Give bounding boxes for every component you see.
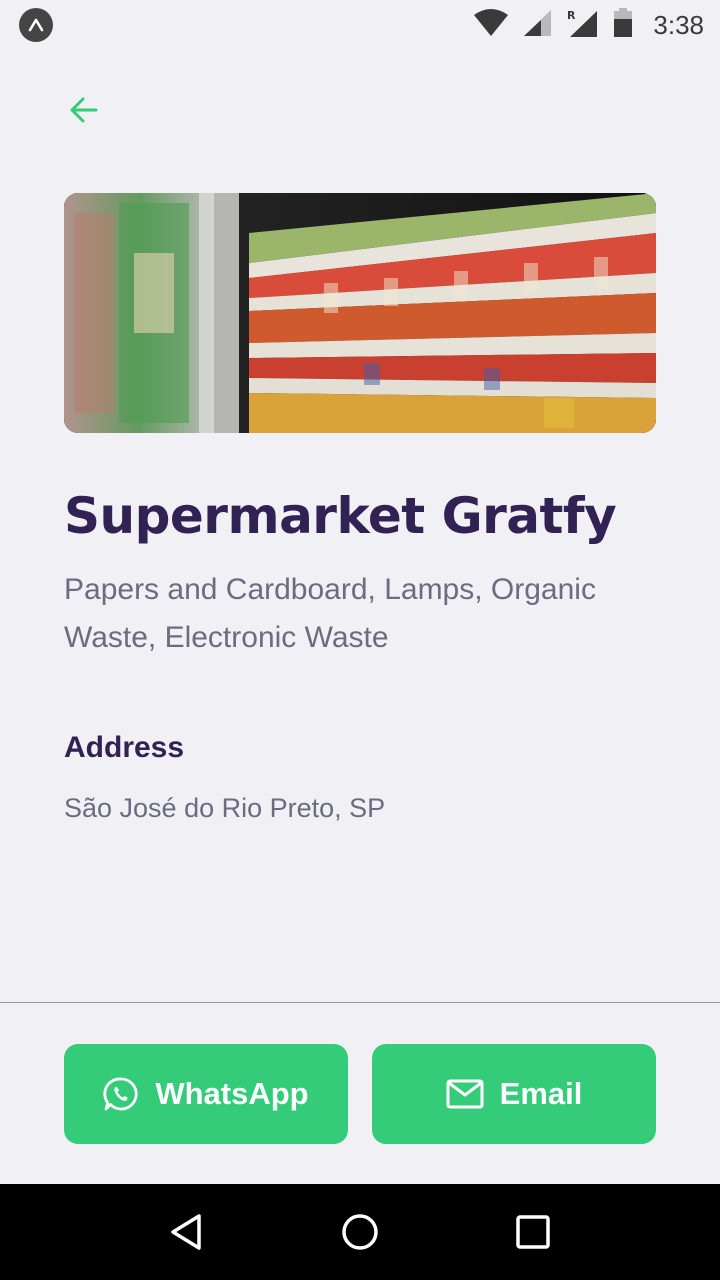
- email-button[interactable]: Email: [372, 1044, 656, 1144]
- battery-icon: [613, 7, 633, 43]
- nav-home-button[interactable]: [320, 1192, 400, 1272]
- arrow-left-icon: [70, 97, 98, 123]
- home-circle-icon: [342, 1214, 378, 1250]
- footer-divider: [0, 1002, 720, 1003]
- expo-icon: [19, 8, 53, 42]
- whatsapp-button[interactable]: WhatsApp: [64, 1044, 348, 1144]
- nav-recents-button[interactable]: [493, 1192, 573, 1272]
- back-button[interactable]: [62, 88, 106, 132]
- back-triangle-icon: [170, 1214, 201, 1250]
- svg-text:R: R: [567, 9, 576, 22]
- status-icons: R 3:38: [473, 7, 704, 43]
- mail-icon: [446, 1079, 484, 1109]
- navigation-bar: [0, 1184, 720, 1280]
- address-value: São José do Rio Preto, SP: [64, 793, 386, 823]
- email-label: Email: [499, 1076, 583, 1111]
- whatsapp-icon: [103, 1077, 138, 1111]
- place-title: Supermarket Gratfy: [64, 487, 617, 545]
- status-time: 3:38: [653, 9, 704, 40]
- hero-image: [64, 193, 656, 433]
- status-bar: R 3:38: [0, 0, 720, 50]
- nav-back-button[interactable]: [147, 1192, 227, 1272]
- address-heading: Address: [64, 731, 185, 764]
- signal-icon: [523, 9, 553, 42]
- whatsapp-label: WhatsApp: [155, 1076, 309, 1111]
- roaming-signal-icon: R: [567, 8, 599, 43]
- wifi-icon: [473, 8, 509, 42]
- recents-square-icon: [516, 1215, 551, 1249]
- recycling-items: Papers and Cardboard, Lamps, Organic Was…: [64, 573, 596, 654]
